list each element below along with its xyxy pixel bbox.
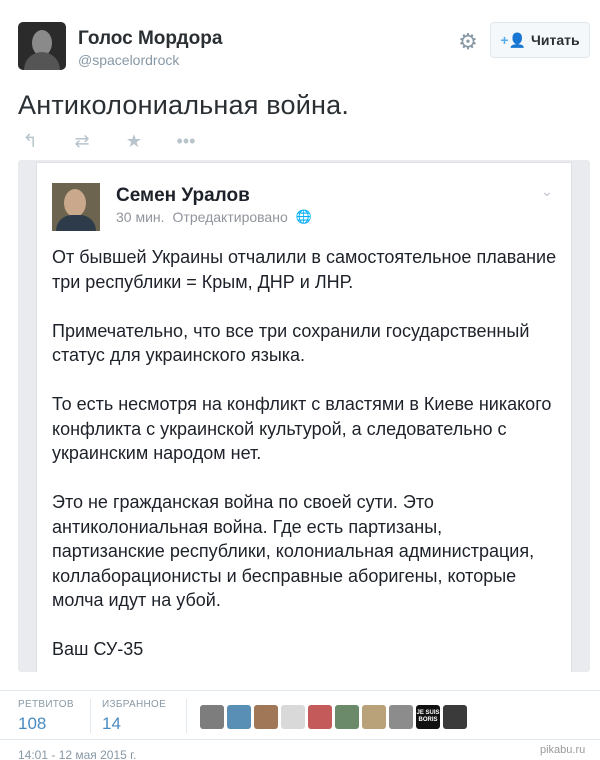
embedded-screenshot: Семен Уралов 30 мин. Отредактировано 🌐 ⌄…	[18, 160, 590, 672]
favoriter-avatar[interactable]	[389, 705, 413, 729]
follow-button[interactable]: +👤 Читать	[490, 22, 590, 58]
post-signature: Ваш СУ-35	[52, 639, 144, 659]
retweet-icon[interactable]: ⇄	[70, 131, 94, 152]
favoriter-avatar[interactable]	[362, 705, 386, 729]
favoriter-avatar[interactable]	[335, 705, 359, 729]
favoriter-avatar[interactable]	[443, 705, 467, 729]
embedded-post-meta: 30 мин. Отредактировано 🌐	[116, 209, 312, 225]
embedded-author-name: Семен Уралов	[116, 185, 250, 206]
divider	[90, 699, 91, 733]
tweet-stats: РЕТВИТОВ 108 ИЗБРАННОЕ 14 JE SUIS BORIS	[0, 690, 600, 740]
embedded-post-card: Семен Уралов 30 мин. Отредактировано 🌐 ⌄…	[36, 162, 572, 672]
add-user-icon: +👤	[500, 31, 527, 48]
divider	[186, 699, 187, 733]
retweets-count: 108	[18, 714, 47, 733]
favorites-count: 14	[102, 714, 121, 733]
tweet-text: Антиколониальная война.	[18, 90, 350, 120]
edited-label: Отредактировано	[172, 209, 288, 225]
post-paragraph: От бывшей Украины отчалили в самостоятел…	[52, 247, 557, 292]
chevron-down-icon: ⌄	[541, 183, 553, 199]
author-name[interactable]: Голос Мордора	[78, 28, 222, 50]
favorites-stat[interactable]: ИЗБРАННОЕ 14	[102, 699, 166, 734]
favoriter-avatar[interactable]	[308, 705, 332, 729]
favoriter-avatar[interactable]	[281, 705, 305, 729]
embedded-post-body: От бывшей Украины отчалили в самостоятел…	[52, 245, 558, 672]
retweets-stat[interactable]: РЕТВИТОВ 108	[18, 699, 74, 734]
star-icon[interactable]: ★	[122, 131, 146, 152]
gear-icon[interactable]: ⚙	[456, 30, 480, 54]
retweets-label: РЕТВИТОВ	[18, 699, 74, 710]
post-paragraph: То есть несмотря на конфликт с властями …	[52, 394, 552, 463]
favoriter-avatar[interactable]	[227, 705, 251, 729]
reply-icon[interactable]: ↰	[18, 131, 42, 152]
globe-icon: 🌐	[295, 209, 312, 224]
post-paragraph: Примечательно, что все три сохранили гос…	[52, 320, 530, 366]
favoriter-avatar[interactable]: JE SUIS BORIS	[416, 705, 440, 729]
favoriter-avatars: JE SUIS BORIS	[200, 705, 467, 729]
favoriter-avatar[interactable]	[200, 705, 224, 729]
favoriter-avatar[interactable]	[254, 705, 278, 729]
watermark: pikabu.ru	[540, 744, 586, 756]
tweet-header: Голос Мордора @spacelordrock ⚙ +👤 Читать	[18, 18, 590, 74]
tweet-timestamp: 14:01 - 12 мая 2015 г.	[18, 748, 137, 760]
more-icon[interactable]: •••	[174, 131, 198, 152]
follow-label: Читать	[531, 32, 580, 48]
post-paragraph: Это не гражданская война по своей сути. …	[52, 492, 535, 610]
author-handle[interactable]: @spacelordrock	[78, 52, 179, 68]
tweet-actions: ↰ ⇄ ★ •••	[18, 128, 198, 154]
post-time: 30 мин.	[116, 209, 165, 225]
embedded-author-avatar	[52, 183, 100, 231]
favorites-label: ИЗБРАННОЕ	[102, 699, 167, 710]
author-avatar[interactable]	[18, 22, 66, 70]
